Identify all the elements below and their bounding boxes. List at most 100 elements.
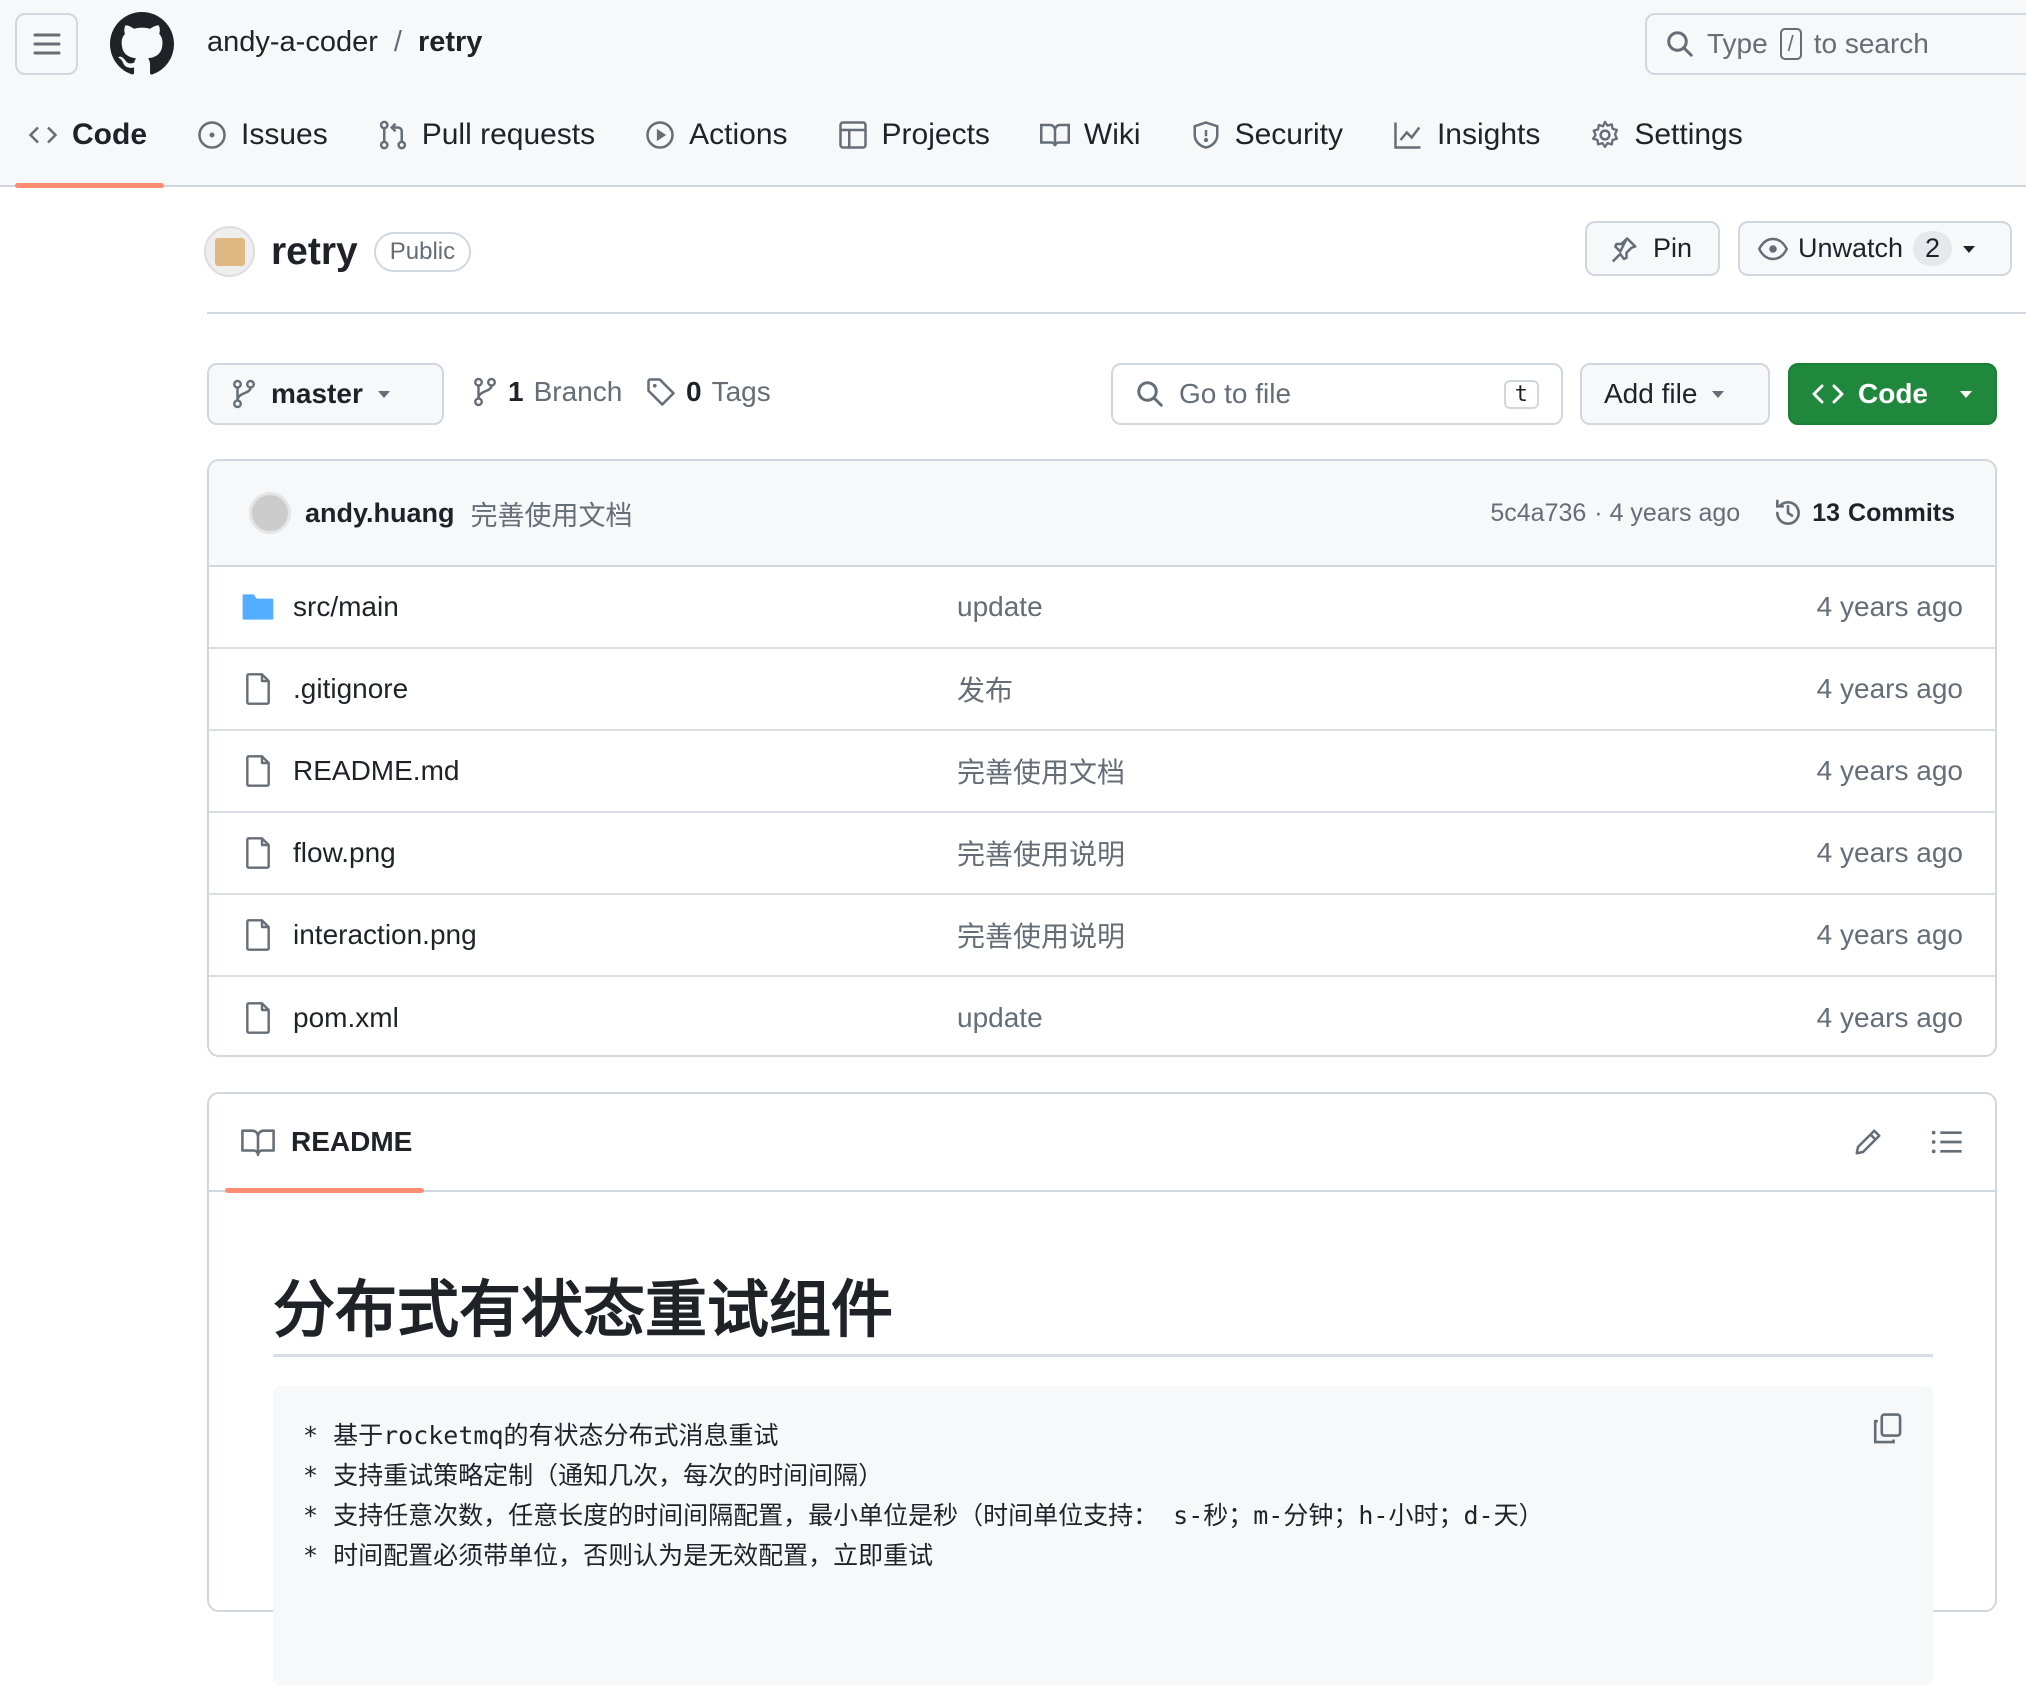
tab-label: Actions	[689, 118, 788, 151]
code-line: * 时间配置必须带单位，否则认为是无效配置，立即重试	[303, 1541, 934, 1570]
branch-select[interactable]: master	[207, 363, 444, 425]
file-row[interactable]: flow.png 完善使用说明 4 years ago	[209, 813, 1995, 895]
commit-age: · 4 years ago	[1594, 498, 1741, 527]
branches-label: Branch	[533, 376, 623, 407]
author-avatar	[249, 492, 291, 534]
file-commit-message[interactable]: update	[957, 591, 1043, 623]
commit-author[interactable]: andy.huang	[305, 498, 455, 529]
code-line: * 基于rocketmq的有状态分布式消息重试	[303, 1421, 779, 1450]
pull-request-icon	[379, 120, 406, 150]
repo-link[interactable]: retry	[418, 26, 483, 59]
title-divider	[207, 312, 2026, 314]
file-commit-message[interactable]: 完善使用说明	[957, 833, 1125, 873]
tags-count: 0	[686, 376, 702, 407]
commits-link[interactable]: 13 Commits	[1772, 497, 1955, 529]
history-icon	[1776, 499, 1801, 525]
repo-avatar	[204, 226, 255, 277]
file-commit-message[interactable]: update	[957, 1002, 1043, 1034]
unwatch-label: Unwatch	[1798, 233, 1904, 263]
commit-message[interactable]: 完善使用文档	[471, 494, 633, 533]
latest-commit-bar: andy.huang 完善使用文档 5c4a736 · 4 years ago …	[209, 461, 1995, 567]
tags-label: Tags	[711, 376, 771, 407]
file-age: 4 years ago	[1816, 919, 1963, 950]
readme-header: README	[209, 1094, 1995, 1193]
tab-wiki[interactable]: Wiki	[1039, 118, 1141, 152]
breadcrumb-separator: /	[393, 26, 402, 58]
file-icon	[246, 673, 270, 705]
tab-settings[interactable]: Settings	[1590, 118, 1743, 152]
branch-icon	[474, 377, 496, 407]
hamburger-icon	[33, 33, 60, 55]
search-input[interactable]: Type / to search	[1645, 13, 2026, 75]
caret-down-icon	[1712, 391, 1725, 398]
file-row[interactable]: pom.xml update 4 years ago	[209, 977, 1995, 1055]
add-file-button[interactable]: Add file	[1580, 363, 1770, 425]
tab-label: Pull requests	[421, 118, 596, 151]
file-row[interactable]: README.md 完善使用文档 4 years ago	[209, 731, 1995, 813]
menu-button[interactable]	[15, 13, 78, 75]
unwatch-button[interactable]: Unwatch 2	[1738, 221, 2012, 276]
readme-panel: README 分布式有状态重试组件 * 基于rocketmq的有状态分布式消息重…	[207, 1092, 1997, 1686]
tab-pull-requests[interactable]: Pull requests	[378, 118, 595, 152]
app-header: andy-a-coder / retry Type / to search Co…	[0, 0, 2026, 188]
readme-tab-underline	[225, 1188, 424, 1193]
file-age: 4 years ago	[1816, 591, 1963, 622]
file-name[interactable]: src/main	[293, 591, 957, 623]
issue-icon	[198, 121, 226, 149]
owner-link[interactable]: andy-a-coder	[207, 26, 378, 59]
file-commit-message[interactable]: 发布	[957, 669, 1013, 709]
tab-actions[interactable]: Actions	[645, 118, 788, 152]
go-to-file-input[interactable]: Go to file t	[1111, 363, 1563, 425]
tags-link[interactable]: 0 Tags	[646, 376, 771, 408]
add-file-label: Add file	[1604, 378, 1698, 409]
play-icon	[646, 121, 674, 149]
code-line: * 支持重试策略定制（通知几次，每次的时间间隔）	[303, 1461, 884, 1490]
pencil-icon[interactable]	[1853, 1127, 1883, 1157]
file-name[interactable]: pom.xml	[293, 1002, 957, 1034]
code-label: Code	[1858, 378, 1928, 409]
shield-icon	[1193, 121, 1219, 149]
list-icon[interactable]	[1931, 1128, 1963, 1156]
tab-issues[interactable]: Issues	[197, 118, 328, 152]
file-commit-message[interactable]: 完善使用说明	[957, 915, 1125, 955]
repo-name[interactable]: retry	[271, 230, 358, 274]
file-row[interactable]: .gitignore 发布 4 years ago	[209, 649, 1995, 731]
search-prefix: Type	[1707, 28, 1768, 59]
file-icon	[246, 1002, 270, 1034]
go-to-file-placeholder: Go to file	[1179, 378, 1292, 409]
folder-icon	[242, 594, 274, 620]
pin-button[interactable]: Pin	[1585, 221, 1720, 276]
active-tab-underline	[15, 183, 164, 188]
commit-sha[interactable]: 5c4a736	[1490, 499, 1586, 528]
copy-icon[interactable]	[1871, 1412, 1903, 1446]
tab-insights[interactable]: Insights	[1393, 118, 1540, 152]
file-row[interactable]: interaction.png 完善使用说明 4 years ago	[209, 895, 1995, 977]
file-row[interactable]: src/main update 4 years ago	[209, 567, 1995, 649]
tab-code[interactable]: Code	[28, 118, 147, 152]
github-icon	[110, 12, 174, 75]
repo-tabs: Code Issues Pull requests Actions Projects Wi…	[28, 118, 1793, 152]
file-name[interactable]: interaction.png	[293, 919, 957, 951]
readme-tab[interactable]: README	[291, 1126, 412, 1158]
github-logo[interactable]	[110, 12, 174, 76]
branch-icon	[233, 379, 255, 409]
caret-down-icon	[1963, 245, 1976, 253]
code-button[interactable]: Code	[1788, 363, 1997, 425]
file-name[interactable]: .gitignore	[293, 673, 957, 705]
file-name[interactable]: flow.png	[293, 837, 957, 869]
title-rule	[273, 1354, 1933, 1357]
file-name[interactable]: README.md	[293, 755, 957, 787]
file-commit-message[interactable]: 完善使用文档	[957, 751, 1125, 791]
tab-security[interactable]: Security	[1191, 118, 1343, 152]
branches-link[interactable]: 1 Branch	[472, 376, 622, 408]
tab-label: Projects	[881, 118, 990, 151]
graph-icon	[1394, 122, 1421, 149]
code-icon	[28, 126, 58, 144]
caret-down-icon	[377, 391, 390, 398]
tab-projects[interactable]: Projects	[838, 118, 990, 152]
commits-label: Commits	[1848, 498, 1955, 527]
file-icon	[246, 755, 270, 787]
file-age: 4 years ago	[1816, 837, 1963, 868]
code-block: * 基于rocketmq的有状态分布式消息重试 * 支持重试策略定制（通知几次，每…	[273, 1386, 1933, 1686]
file-icon	[246, 837, 270, 869]
